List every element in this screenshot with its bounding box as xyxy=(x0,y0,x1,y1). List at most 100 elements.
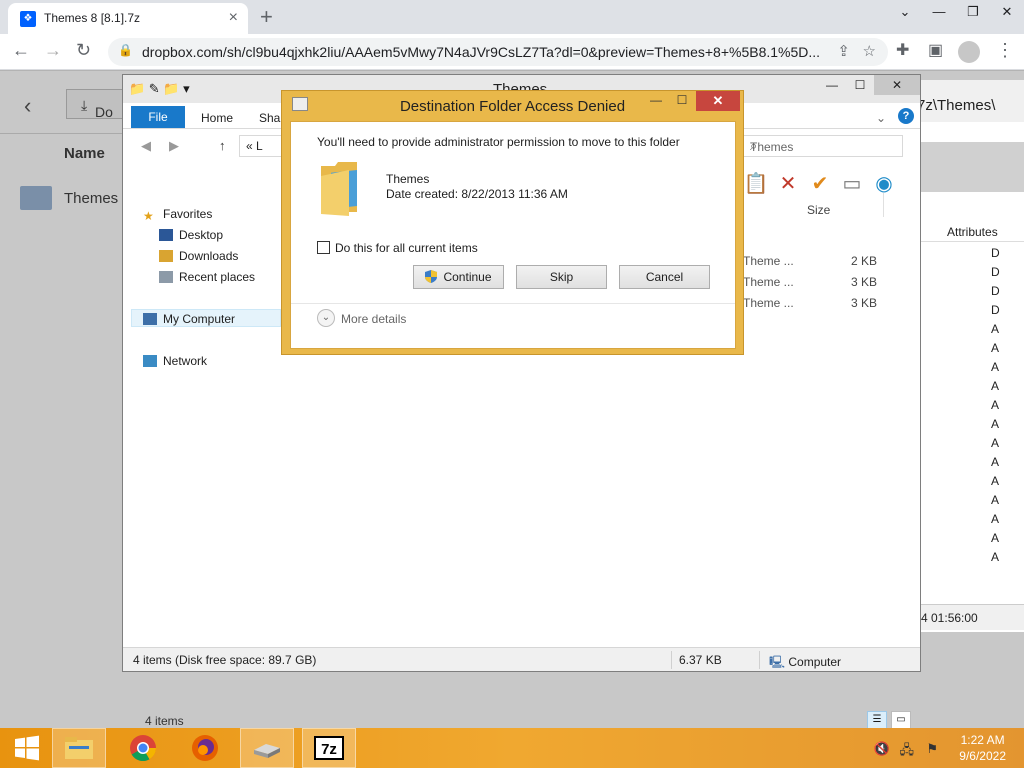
taskbar-file-explorer[interactable] xyxy=(52,728,106,768)
restore-button[interactable]: ❐ xyxy=(956,0,990,34)
expand-chevron-icon[interactable]: ⌄ xyxy=(317,309,335,327)
sevenzip-column-header[interactable]: Attributes xyxy=(917,222,1024,242)
globe-icon[interactable]: ◉ xyxy=(871,171,897,196)
explorer-search-input[interactable]: Themes ⌕ xyxy=(743,135,903,157)
explorer-statusbar: 4 items (Disk free space: 89.7 GB) 6.37 … xyxy=(123,647,920,671)
start-button[interactable] xyxy=(0,728,54,768)
network-tray-icon[interactable]: 🖧 xyxy=(900,741,915,763)
profile-avatar[interactable] xyxy=(958,41,980,63)
dropbox-favicon-icon: ❖ xyxy=(20,11,36,27)
attribute-value: A xyxy=(991,455,1000,469)
column-size[interactable]: Size xyxy=(807,203,830,217)
taskbar-clock[interactable]: 1:22 AM 9/6/2022 xyxy=(959,732,1006,764)
back-arrow-icon[interactable]: ← xyxy=(12,40,30,61)
column-header-name: Name xyxy=(64,145,105,162)
computer-icon: 🖳 xyxy=(769,655,786,669)
browser-toolbar: ← → ↻ 🔒 dropbox.com/sh/cl9bu4qjxhk2liu/A… xyxy=(0,34,1024,70)
windows-logo-icon xyxy=(15,735,39,761)
file-type: Theme ... xyxy=(743,254,794,268)
tab-title: Themes 8 [8.1].7z xyxy=(44,11,141,25)
taskbar-drive-app[interactable] xyxy=(240,728,294,768)
nav-my-computer[interactable]: My Computer xyxy=(143,312,235,326)
item-count: 4 items xyxy=(145,714,184,728)
dialog-close-button[interactable]: ✕ xyxy=(696,91,740,111)
folder-date-created: Date created: 8/22/2013 11:36 AM xyxy=(386,187,568,201)
side-panel-icon[interactable]: ▣ xyxy=(928,40,943,60)
network-icon xyxy=(143,355,157,367)
menu-kebab-icon[interactable]: ⋮ xyxy=(996,40,1014,61)
status-divider xyxy=(671,651,672,669)
bookmark-star-icon[interactable]: ☆ xyxy=(863,42,876,60)
action-center-icon[interactable]: ⚑ xyxy=(926,741,938,757)
clipboard-icon[interactable]: 📋 xyxy=(743,171,769,196)
explorer-close-button[interactable]: ✕ xyxy=(874,75,920,95)
taskbar-firefox[interactable] xyxy=(178,728,232,768)
volume-muted-icon[interactable]: 🔇 xyxy=(874,741,890,757)
folder-icon xyxy=(20,186,52,210)
dialog-maximize-button[interactable]: ☐ xyxy=(670,93,694,111)
ribbon-tab-home[interactable]: Home xyxy=(201,111,233,125)
attribute-value: A xyxy=(991,531,1000,545)
nav-recent-places[interactable]: Recent places xyxy=(159,270,255,284)
file-row[interactable]: Theme ... 2 KB xyxy=(743,251,893,272)
thumbnail-view-icon[interactable]: ▭ xyxy=(891,711,911,729)
apply-all-checkbox[interactable] xyxy=(317,241,330,254)
cancel-button[interactable]: Cancel xyxy=(619,265,710,289)
status-divider xyxy=(759,651,760,669)
attribute-value: A xyxy=(991,512,1000,526)
recent-places-icon xyxy=(159,271,173,283)
continue-button[interactable]: Continue xyxy=(413,265,504,289)
attribute-value: D xyxy=(991,246,1000,260)
new-tab-button[interactable]: + xyxy=(260,4,273,30)
details-view-icon[interactable]: ☰ xyxy=(867,711,887,729)
reload-icon[interactable]: ↻ xyxy=(76,40,91,61)
nav-favorites[interactable]: ★ Favorites xyxy=(143,207,212,223)
help-icon[interactable]: ? xyxy=(898,108,914,124)
close-window-button[interactable]: ✕ xyxy=(990,0,1024,34)
search-icon: ⌕ xyxy=(750,138,758,153)
skip-button[interactable]: Skip xyxy=(516,265,607,289)
ribbon-collapse-icon[interactable]: ⌄ xyxy=(876,111,886,125)
back-chevron-icon[interactable]: ‹ xyxy=(24,93,31,119)
address-bar[interactable]: 🔒 dropbox.com/sh/cl9bu4qjxhk2liu/AAAem5v… xyxy=(108,38,888,66)
checkmark-icon[interactable]: ✔ xyxy=(807,171,833,196)
drive-icon xyxy=(254,744,280,758)
quick-access-toolbar[interactable]: 📁 ✎ 📁 ▾ xyxy=(129,81,190,97)
nav-desktop[interactable]: Desktop xyxy=(159,228,223,242)
file-size: 3 KB xyxy=(851,275,878,289)
nav-network[interactable]: Network xyxy=(143,354,207,368)
sevenzip-toolbar-band xyxy=(917,142,1024,192)
file-type: Theme ... xyxy=(743,275,794,289)
extensions-puzzle-icon[interactable]: ✚ xyxy=(896,40,909,60)
nav-back-icon[interactable]: ◀ xyxy=(141,138,151,154)
nav-forward-icon[interactable]: ▶ xyxy=(169,138,179,154)
share-icon[interactable]: ⇪ xyxy=(837,42,850,60)
ribbon-tab-file[interactable]: File xyxy=(131,106,185,128)
column-divider xyxy=(883,193,884,217)
taskbar-7zip[interactable]: 7z xyxy=(302,728,356,768)
file-row-name[interactable]: Themes xyxy=(64,190,118,207)
taskbar: 7z 🔇 🖧 ⚑ 1:22 AM 9/6/2022 xyxy=(0,728,1024,768)
file-list: Theme ... 2 KB Theme ... 3 KB Theme ... 3 KB xyxy=(743,251,893,314)
status-size: 6.37 KB xyxy=(679,653,722,667)
file-row[interactable]: Theme ... 3 KB xyxy=(743,293,893,314)
sevenzip-statusbar: 4 01:56:00 xyxy=(917,604,1024,630)
more-details-link[interactable]: More details xyxy=(341,312,406,326)
url-text: dropbox.com/sh/cl9bu4qjxhk2liu/AAAem5vMw… xyxy=(142,44,821,60)
minimize-button[interactable]: — xyxy=(922,0,956,34)
delete-x-icon[interactable]: ✕ xyxy=(775,171,801,196)
attribute-value: D xyxy=(991,303,1000,317)
nav-downloads[interactable]: Downloads xyxy=(159,249,238,263)
tab-close-icon[interactable]: × xyxy=(229,9,238,27)
tab-search-icon[interactable]: ⌄ xyxy=(888,0,922,34)
taskbar-chrome[interactable] xyxy=(116,728,170,768)
7zip-icon: 7z xyxy=(314,736,344,760)
dialog-minimize-button[interactable]: — xyxy=(644,93,668,111)
explorer-maximize-button[interactable]: ☐ xyxy=(846,75,874,95)
explorer-minimize-button[interactable]: — xyxy=(818,75,846,95)
rename-icon[interactable]: ▭ xyxy=(839,171,865,196)
nav-up-icon[interactable]: ↑ xyxy=(219,138,226,153)
browser-tab[interactable]: ❖ Themes 8 [8.1].7z × xyxy=(8,3,248,34)
forward-arrow-icon[interactable]: → xyxy=(44,40,62,61)
file-row[interactable]: Theme ... 3 KB xyxy=(743,272,893,293)
